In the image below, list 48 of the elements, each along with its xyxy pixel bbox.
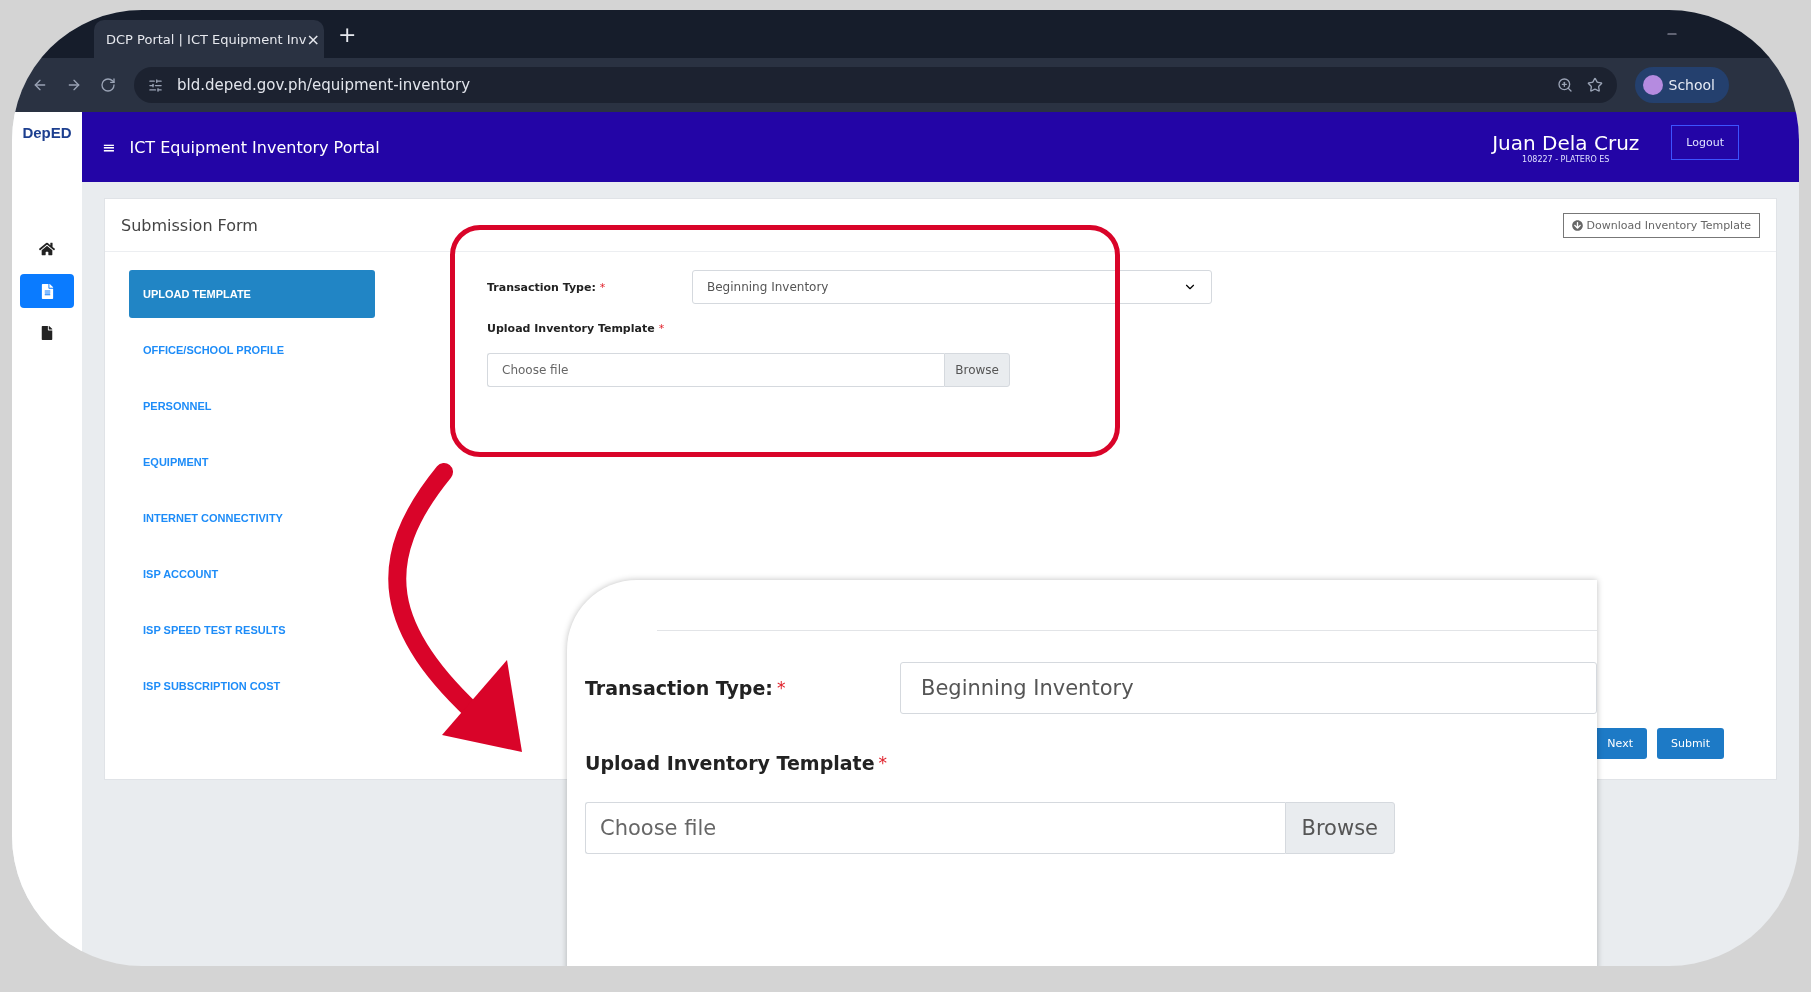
logout-button[interactable]: Logout <box>1671 124 1739 160</box>
bookmark-icon[interactable] <box>1586 77 1603 93</box>
reload-icon[interactable] <box>100 77 116 93</box>
field-label: Upload Inventory Template <box>585 752 875 774</box>
step-tab[interactable]: ISP SUBSCRIPTION COST <box>129 662 375 710</box>
profile-button[interactable]: School <box>1634 67 1729 103</box>
tab-title: DCP Portal | ICT Equipment Inv <box>106 31 307 47</box>
browse-button[interactable]: Browse <box>1284 802 1395 854</box>
download-button[interactable]: Download Inventory Template <box>1562 212 1760 238</box>
user-school: 108227 - PLATERO ES <box>1522 154 1610 164</box>
tab-close[interactable]: × <box>306 29 320 49</box>
address-field[interactable]: bld.deped.gov.ph/equipment-inventory <box>134 67 1617 103</box>
step-tab[interactable]: EQUIPMENT <box>129 438 375 486</box>
step-tab[interactable]: OFFICE/SCHOOL PROFILE <box>129 326 375 374</box>
menu-button[interactable]: ≡ <box>102 137 116 157</box>
required-mark: * <box>878 753 888 773</box>
document-icon <box>39 283 55 299</box>
required-mark: * <box>599 280 606 294</box>
required-mark: * <box>776 678 786 698</box>
site-settings-icon[interactable] <box>148 77 163 93</box>
field-label: Transaction Type: <box>585 677 773 699</box>
field-label: Transaction Type: <box>487 280 596 294</box>
zoom-icon[interactable] <box>1556 77 1573 93</box>
file-input[interactable]: Choose file <box>487 353 945 387</box>
step-tab[interactable]: UPLOAD TEMPLATE <box>129 270 375 318</box>
home-icon <box>39 241 55 257</box>
transaction-type-select[interactable]: Beginning Inventory <box>692 270 1212 304</box>
field-label: Upload Inventory Template <box>487 322 655 335</box>
step-tab[interactable]: ISP SPEED TEST RESULTS <box>129 606 375 654</box>
form-button[interactable]: Submit <box>1656 728 1724 759</box>
transaction-type-select[interactable]: Beginning Inventory <box>900 662 1597 714</box>
avatar-icon <box>1642 75 1663 95</box>
logo: DepED <box>22 124 72 141</box>
back-icon[interactable] <box>32 77 48 93</box>
forward-icon[interactable] <box>66 77 82 93</box>
step-tab[interactable]: ISP ACCOUNT <box>129 550 375 598</box>
card-title: Submission Form <box>121 215 258 235</box>
portal-title: ICT Equipment Inventory Portal <box>129 137 381 157</box>
browser-tab[interactable]: DCP Portal | ICT Equipment Inv× <box>94 20 324 58</box>
browse-button[interactable]: Browse <box>944 353 1010 387</box>
download-icon <box>1571 219 1583 231</box>
user-name: Juan Dela Cruz <box>1492 130 1640 155</box>
step-tab[interactable]: INTERNET CONNECTIVITY <box>129 494 375 542</box>
file-icon <box>40 326 54 340</box>
new-tab-button[interactable]: + <box>338 21 357 47</box>
required-mark: * <box>658 322 665 335</box>
file-input[interactable]: Choose file <box>585 802 1285 854</box>
step-tab[interactable]: PERSONNEL <box>129 382 375 430</box>
